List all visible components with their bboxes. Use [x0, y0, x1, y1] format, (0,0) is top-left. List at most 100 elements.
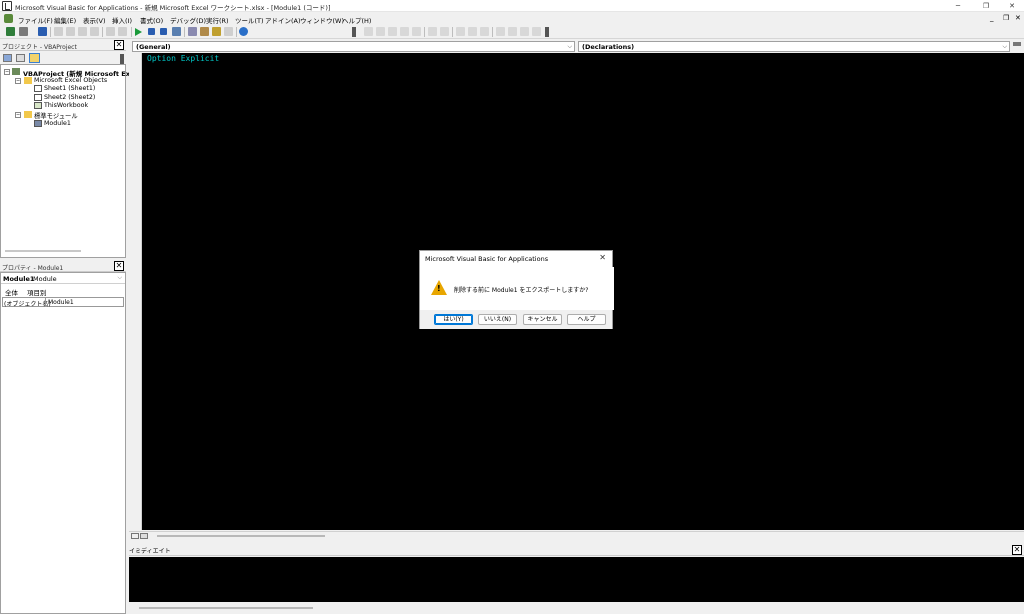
run-icon[interactable]: [135, 28, 142, 36]
toolbar-separator: [236, 27, 237, 37]
previous-bookmark-icon[interactable]: [520, 27, 529, 36]
object-selector[interactable]: Module1 Module ⌵: [1, 274, 125, 284]
complete-word-icon[interactable]: [412, 27, 421, 36]
clear-bookmarks-icon[interactable]: [532, 27, 541, 36]
margin-indicator-bar[interactable]: [129, 53, 142, 530]
properties-icon[interactable]: [200, 27, 209, 36]
tab-all[interactable]: 全体: [5, 287, 18, 297]
scroll-thumb[interactable]: [157, 535, 325, 537]
toolbox-icon[interactable]: [224, 27, 233, 36]
view-object-icon[interactable]: [16, 54, 25, 62]
restore-button[interactable]: ❐: [972, 0, 1000, 12]
vba-project-icon[interactable]: [4, 14, 13, 23]
immediate-window[interactable]: [129, 557, 1024, 602]
menu-tools[interactable]: ツール(T): [235, 15, 264, 25]
toggle-folders-icon[interactable]: [29, 53, 40, 63]
reset-icon[interactable]: [160, 28, 167, 35]
help-button[interactable]: ヘルプ: [567, 314, 606, 325]
help-icon[interactable]: [239, 27, 248, 36]
cancel-button[interactable]: キャンセル: [523, 314, 562, 325]
list-constants-icon[interactable]: [376, 27, 385, 36]
tree-excel-objects-folder[interactable]: Microsoft Excel Objects: [34, 77, 107, 84]
project-pane-title: プロジェクト - VBAProject: [2, 44, 77, 51]
save-icon[interactable]: [38, 27, 47, 36]
cut-icon[interactable]: [54, 27, 63, 36]
scroll-thumb[interactable]: [139, 607, 313, 609]
redo-icon[interactable]: [118, 27, 127, 36]
menu-file[interactable]: ファイル(F): [18, 15, 53, 25]
property-row[interactable]: (オブジェクト名) Module1: [2, 297, 124, 308]
immediate-close-button[interactable]: ✕: [1012, 545, 1022, 555]
tree-modules-folder[interactable]: 標準モジュール: [34, 111, 78, 120]
property-name: (オブジェクト名): [4, 301, 51, 308]
menu-edit[interactable]: 編集(E): [54, 15, 76, 25]
quick-info-icon[interactable]: [388, 27, 397, 36]
design-mode-icon[interactable]: [172, 27, 181, 36]
properties-pane-close-button[interactable]: ✕: [114, 261, 124, 271]
tab-category[interactable]: 項目別: [27, 287, 47, 297]
undo-icon[interactable]: [106, 27, 115, 36]
object-name: Module1: [3, 275, 35, 283]
menu-help[interactable]: ヘルプ(H): [342, 15, 371, 25]
toolbar-separator: [50, 27, 51, 37]
code-window-header: (General) ⌵ (Declarations) ⌵: [129, 41, 1024, 52]
object-combo[interactable]: (General) ⌵: [132, 41, 575, 52]
toggle-breakpoint-icon[interactable]: [456, 27, 465, 36]
paste-icon[interactable]: [78, 27, 87, 36]
object-browser-icon[interactable]: [212, 27, 221, 36]
view-code-icon[interactable]: [3, 54, 12, 62]
toggle-bookmark-icon[interactable]: [496, 27, 505, 36]
dialog-close-button[interactable]: ✕: [599, 253, 606, 262]
find-icon[interactable]: [90, 27, 99, 36]
project-explorer-icon[interactable]: [188, 27, 197, 36]
insert-module-icon[interactable]: [19, 27, 28, 36]
toolbar-grip[interactable]: [352, 27, 356, 37]
collapse-toggle[interactable]: −: [15, 78, 21, 84]
menu-debug[interactable]: デバッグ(D): [170, 15, 206, 25]
chevron-down-icon: ⌵: [117, 274, 122, 281]
code-text[interactable]: Option Explicit: [147, 54, 219, 63]
project-pane-close-button[interactable]: ✕: [114, 40, 124, 50]
outdent-icon[interactable]: [440, 27, 449, 36]
menu-view[interactable]: 表示(V): [83, 15, 106, 25]
uncomment-block-icon[interactable]: [480, 27, 489, 36]
tree-thisworkbook[interactable]: ThisWorkbook: [44, 102, 88, 109]
menu-window[interactable]: ウィンドウ(W): [300, 15, 344, 25]
tree-sheet2[interactable]: Sheet2 (Sheet2): [44, 94, 95, 101]
property-divider: [45, 298, 46, 307]
menu-addins[interactable]: アドイン(A): [265, 15, 301, 25]
split-bar[interactable]: [1013, 42, 1021, 46]
dialog-title: Microsoft Visual Basic for Applications: [425, 255, 549, 263]
tree-sheet1[interactable]: Sheet1 (Sheet1): [44, 85, 95, 92]
menu-format[interactable]: 書式(O): [140, 15, 163, 25]
horizontal-scrollbar[interactable]: [5, 250, 81, 252]
parameter-info-icon[interactable]: [400, 27, 409, 36]
folder-icon: [24, 77, 32, 84]
no-button[interactable]: いいえ(N): [478, 314, 517, 325]
copy-icon[interactable]: [66, 27, 75, 36]
break-icon[interactable]: [148, 28, 155, 35]
full-module-view-icon[interactable]: [140, 533, 148, 539]
excel-view-icon[interactable]: [6, 27, 15, 36]
code-horizontal-scrollbar[interactable]: [129, 531, 1024, 539]
close-window-button[interactable]: ✕: [998, 0, 1024, 12]
collapse-toggle[interactable]: −: [4, 69, 10, 75]
toolbar-grip[interactable]: [545, 27, 549, 37]
immediate-horizontal-scrollbar[interactable]: [129, 602, 1024, 614]
minimize-button[interactable]: ─: [944, 0, 972, 12]
indent-icon[interactable]: [428, 27, 437, 36]
procedure-view-icon[interactable]: [131, 533, 139, 539]
child-close-button[interactable]: ✕: [1015, 14, 1021, 22]
child-restore-button[interactable]: ❐: [1003, 14, 1009, 22]
next-bookmark-icon[interactable]: [508, 27, 517, 36]
menu-insert[interactable]: 挿入(I): [112, 15, 132, 25]
list-properties-icon[interactable]: [364, 27, 373, 36]
collapse-toggle[interactable]: −: [15, 112, 21, 118]
menu-run[interactable]: 実行(R): [206, 15, 229, 25]
comment-block-icon[interactable]: [468, 27, 477, 36]
yes-button[interactable]: はい(Y): [434, 314, 473, 325]
child-minimize-button[interactable]: _: [990, 14, 994, 22]
tree-module1[interactable]: Module1: [44, 120, 71, 127]
procedure-combo[interactable]: (Declarations) ⌵: [578, 41, 1010, 52]
pane-grip[interactable]: [120, 54, 124, 64]
